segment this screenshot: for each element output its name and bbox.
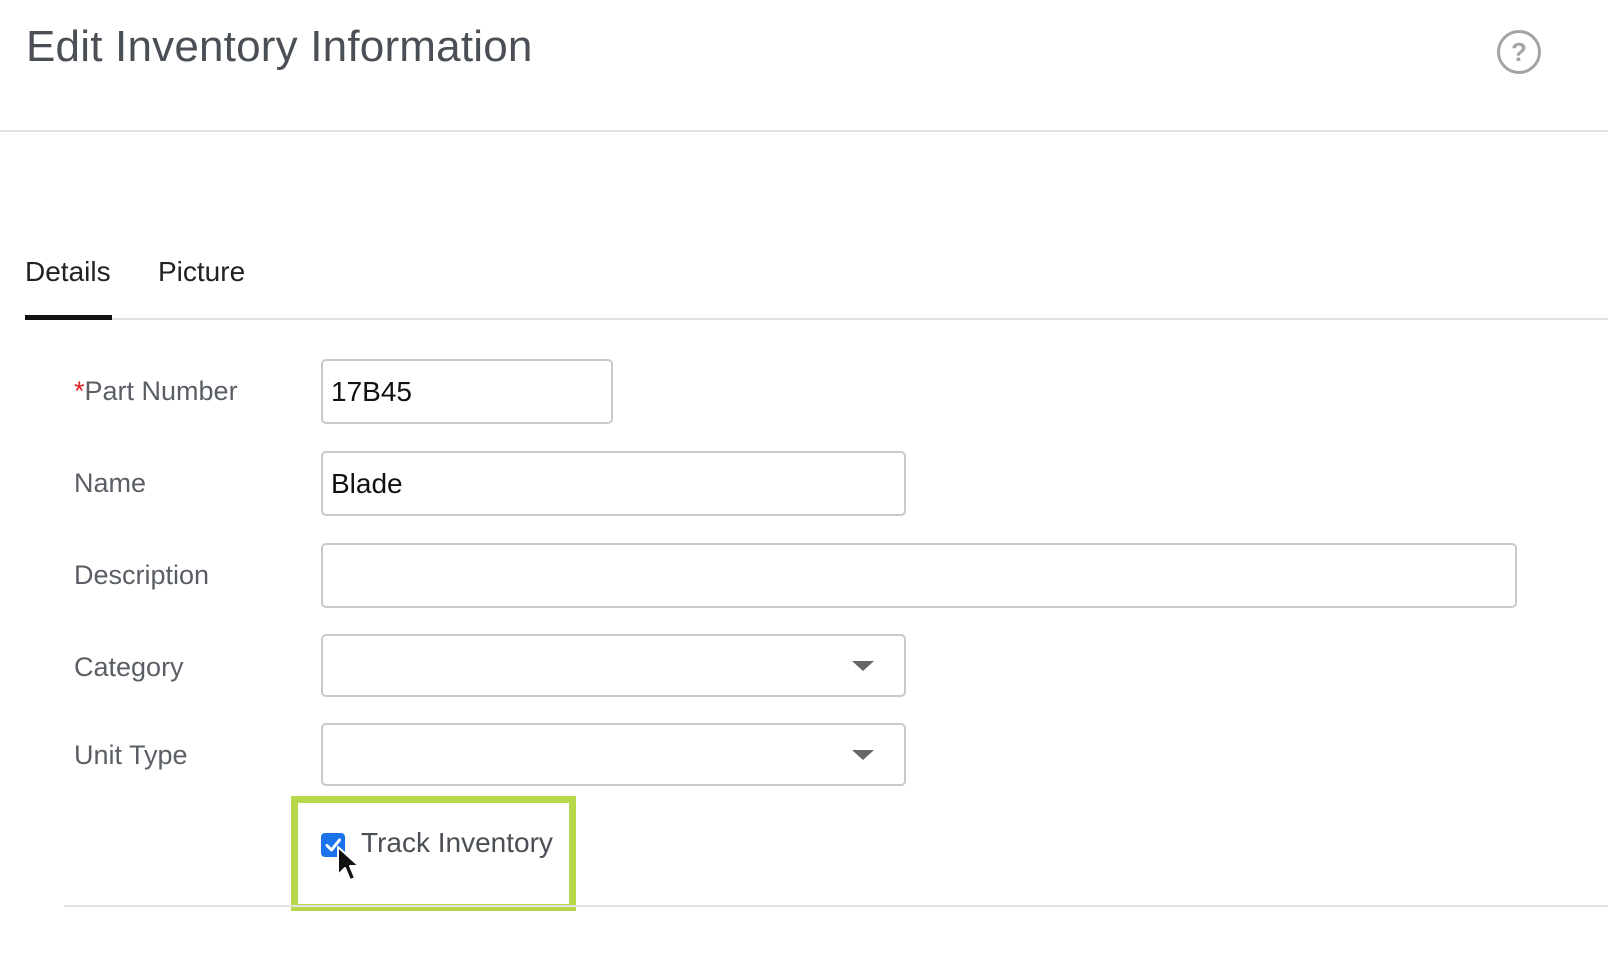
help-button[interactable]: ?	[1497, 30, 1541, 74]
unit-type-label: Unit Type	[74, 740, 188, 770]
tab-picture-label: Picture	[158, 256, 246, 287]
part-number-label: *Part Number	[74, 376, 238, 407]
name-input[interactable]	[321, 451, 906, 516]
active-tab-indicator	[25, 315, 112, 320]
track-inventory-label[interactable]: Track Inventory	[361, 827, 553, 859]
help-icon: ?	[1511, 36, 1527, 67]
name-label: Name	[74, 468, 147, 498]
tab-picture[interactable]: Picture	[158, 256, 245, 288]
tab-details[interactable]: Details	[25, 256, 111, 288]
tab-details-label: Details	[25, 256, 111, 287]
page-title: Edit Inventory Information	[26, 22, 533, 71]
tab-bar: Details Picture	[25, 246, 1608, 320]
category-select[interactable]	[321, 634, 906, 697]
category-label: Category	[74, 652, 184, 682]
unit-type-select[interactable]	[321, 723, 906, 786]
part-number-label-text: Part Number	[84, 376, 238, 406]
part-number-input[interactable]	[321, 359, 613, 424]
description-label: Description	[74, 560, 210, 590]
chevron-down-icon	[852, 661, 874, 671]
page-header: Edit Inventory Information ?	[0, 0, 1608, 132]
description-input[interactable]	[321, 543, 1517, 608]
mouse-cursor-icon	[337, 846, 360, 881]
required-mark: *	[74, 376, 85, 406]
section-divider	[64, 905, 1608, 907]
chevron-down-icon	[852, 750, 874, 760]
